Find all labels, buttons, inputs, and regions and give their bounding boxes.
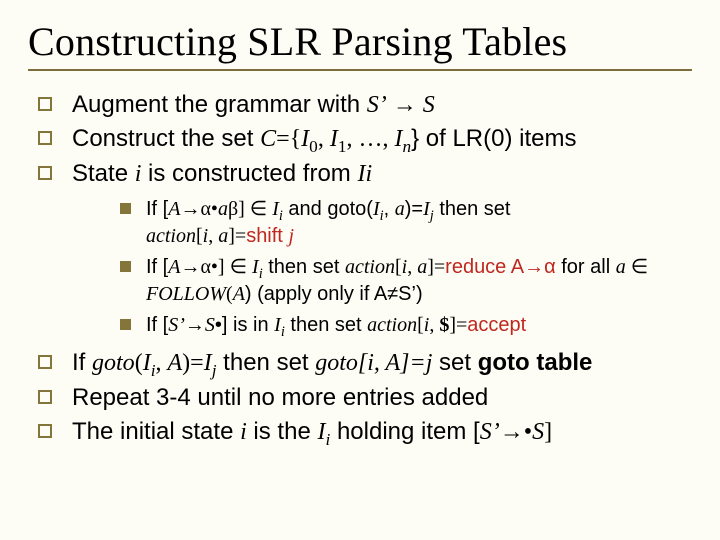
list-item: Augment the grammar with S’ → S <box>32 89 692 121</box>
page-title: Constructing SLR Parsing Tables <box>28 18 692 65</box>
accept-action: accept <box>467 314 526 336</box>
list-item: The initial state i is the Ii holding it… <box>32 416 692 448</box>
slide: Constructing SLR Parsing Tables Augment … <box>0 0 720 540</box>
list-item: If [A→α•] ∈ Ii then set action[i, a]=red… <box>116 254 692 308</box>
list-item: If [S’→S•] is in Ii then set action[i, $… <box>116 312 692 339</box>
shift-action: shift j <box>246 225 294 247</box>
sub-list: If [A→α•aβ] ∈ Ii and goto(Ii, a)=Ij then… <box>72 196 692 339</box>
list-item: If [A→α•aβ] ∈ Ii and goto(Ii, a)=Ij then… <box>116 196 692 250</box>
list-item: Repeat 3-4 until no more entries added <box>32 382 692 414</box>
list-item: If goto(Ii, A)=Ij then set goto[i, A]=j … <box>32 347 692 379</box>
list-item: State i is constructed from Ii If [A→α•a… <box>32 158 692 339</box>
title-divider <box>28 69 692 71</box>
bullet-list: Augment the grammar with S’ → S Construc… <box>28 89 692 448</box>
reduce-action: reduce A→α <box>445 256 556 278</box>
list-item: Construct the set C={I0, I1, …, In} of L… <box>32 123 692 155</box>
